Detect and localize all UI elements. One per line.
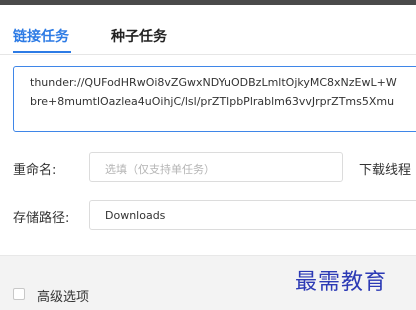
rename-input[interactable]: 选填（仅支持单任务）: [89, 152, 343, 182]
save-path-input[interactable]: Downloads: [89, 200, 416, 230]
download-url-textarea[interactable]: thunder://QUFodHRwOi8vZGwxNDYuODBzLmltOj…: [13, 66, 416, 132]
tab-divider: [0, 54, 416, 55]
url-text-line: thunder://QUFodHRwOi8vZGwxNDYuODBzLmltOj…: [30, 76, 397, 89]
download-threads-label: 下载线程: [359, 163, 412, 178]
rename-placeholder: 选填（仅支持单任务）: [105, 163, 215, 176]
active-tab-indicator: [13, 51, 71, 53]
tab-link-task[interactable]: 链接任务: [13, 26, 69, 46]
save-path-label: 存储路径:: [13, 211, 70, 226]
watermark-logo: 最需教育: [295, 270, 388, 295]
tab-torrent-task[interactable]: 种子任务: [111, 26, 167, 46]
window-top-bar: [0, 0, 416, 5]
rename-label: 重命名:: [13, 163, 57, 178]
advanced-options-checkbox[interactable]: [13, 288, 25, 300]
advanced-options-label[interactable]: 高级选项: [37, 286, 89, 305]
url-text-line: bre+8mumtlOazlea4uOihjC/lsl/prZTlpbPlrab…: [30, 95, 395, 108]
save-path-value: Downloads: [105, 209, 166, 222]
